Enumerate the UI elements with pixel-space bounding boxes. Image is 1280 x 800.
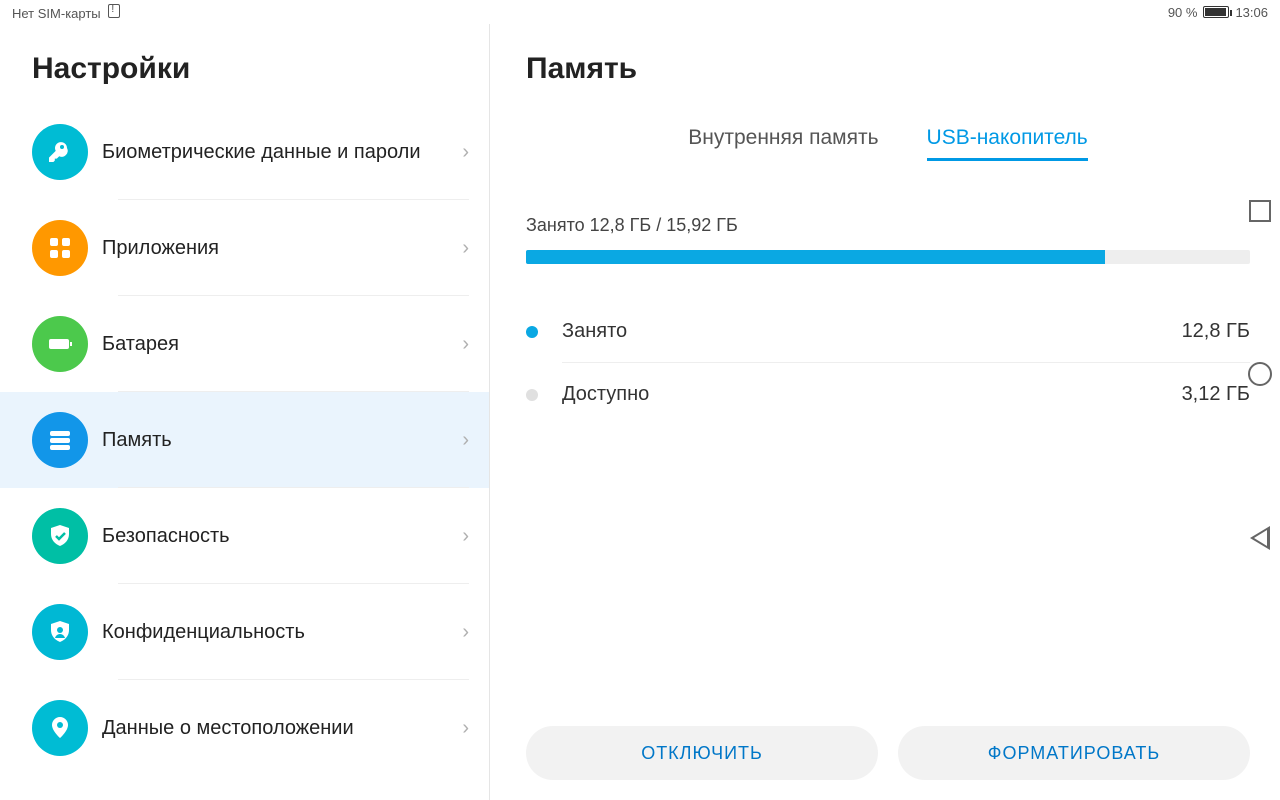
chevron-right-icon: › xyxy=(462,621,469,644)
status-battery-text: 90 % xyxy=(1168,5,1198,20)
sim-warning-icon xyxy=(108,4,120,18)
chevron-right-icon: › xyxy=(462,717,469,740)
sidebar-item-key[interactable]: Биометрические данные и пароли› xyxy=(0,104,489,200)
storage-icon xyxy=(32,412,88,468)
system-nav-rail xyxy=(1248,200,1272,550)
privacy-icon xyxy=(32,604,88,660)
usage-breakdown: Занято12,8 ГБДоступно3,12 ГБ xyxy=(526,300,1250,426)
shield-icon xyxy=(32,508,88,564)
usage-row: Доступно3,12 ГБ xyxy=(526,363,1250,426)
usage-row-name: Занято xyxy=(562,320,1182,343)
nav-back-button[interactable] xyxy=(1250,526,1270,550)
legend-dot xyxy=(526,326,538,338)
nav-recent-button[interactable] xyxy=(1249,200,1271,222)
chevron-right-icon: › xyxy=(462,237,469,260)
status-sim-text: Нет SIM-карты xyxy=(12,6,101,21)
tab-internal-storage[interactable]: Внутренняя память xyxy=(688,126,878,161)
key-icon xyxy=(32,124,88,180)
sidebar-item-shield[interactable]: Безопасность› xyxy=(0,488,489,584)
usage-row: Занято12,8 ГБ xyxy=(526,300,1250,363)
apps-icon xyxy=(32,220,88,276)
sidebar-item-label: Биометрические данные и пароли xyxy=(88,139,462,166)
usage-row-value: 3,12 ГБ xyxy=(1182,383,1250,406)
page-title: Память xyxy=(526,24,1250,126)
chevron-right-icon: › xyxy=(462,333,469,356)
status-sim: Нет SIM-карты xyxy=(12,4,120,21)
storage-tabs: Внутренняя память USB-накопитель xyxy=(526,126,1250,161)
usage-bar-fill xyxy=(526,250,1105,264)
sidebar-item-label: Память xyxy=(88,427,462,454)
sidebar-title: Настройки xyxy=(0,24,489,104)
status-bar: Нет SIM-карты 90 % 13:06 xyxy=(0,0,1280,24)
usage-row-name: Доступно xyxy=(562,383,1182,406)
nav-home-button[interactable] xyxy=(1248,362,1272,386)
action-row: ОТКЛЮЧИТЬ ФОРМАТИРОВАТЬ xyxy=(526,726,1250,780)
battery-icon xyxy=(1203,6,1229,18)
eject-button[interactable]: ОТКЛЮЧИТЬ xyxy=(526,726,878,780)
sidebar-item-label: Данные о местоположении xyxy=(88,715,462,742)
sidebar-item-battery[interactable]: Батарея› xyxy=(0,296,489,392)
usage-row-value: 12,8 ГБ xyxy=(1182,320,1250,343)
chevron-right-icon: › xyxy=(462,525,469,548)
format-button[interactable]: ФОРМАТИРОВАТЬ xyxy=(898,726,1250,780)
usage-summary: Занято 12,8 ГБ / 15,92 ГБ xyxy=(526,215,1250,236)
usage-bar xyxy=(526,250,1250,264)
tab-usb-storage[interactable]: USB-накопитель xyxy=(927,126,1088,161)
sidebar-item-label: Безопасность xyxy=(88,523,462,550)
storage-panel: Память Внутренняя память USB-накопитель З… xyxy=(490,24,1280,800)
sidebar-item-label: Конфиденциальность xyxy=(88,619,462,646)
sidebar-item-location[interactable]: Данные о местоположении› xyxy=(0,680,489,776)
sidebar-list: Биометрические данные и пароли›Приложени… xyxy=(0,104,489,800)
location-icon xyxy=(32,700,88,756)
settings-sidebar: Настройки Биометрические данные и пароли… xyxy=(0,24,490,800)
sidebar-item-label: Приложения xyxy=(88,235,462,262)
sidebar-item-privacy[interactable]: Конфиденциальность› xyxy=(0,584,489,680)
status-time: 13:06 xyxy=(1235,5,1268,20)
chevron-right-icon: › xyxy=(462,141,469,164)
sidebar-item-apps[interactable]: Приложения› xyxy=(0,200,489,296)
chevron-right-icon: › xyxy=(462,429,469,452)
sidebar-item-storage[interactable]: Память› xyxy=(0,392,489,488)
battery-icon xyxy=(32,316,88,372)
legend-dot xyxy=(526,389,538,401)
sidebar-item-label: Батарея xyxy=(88,331,462,358)
